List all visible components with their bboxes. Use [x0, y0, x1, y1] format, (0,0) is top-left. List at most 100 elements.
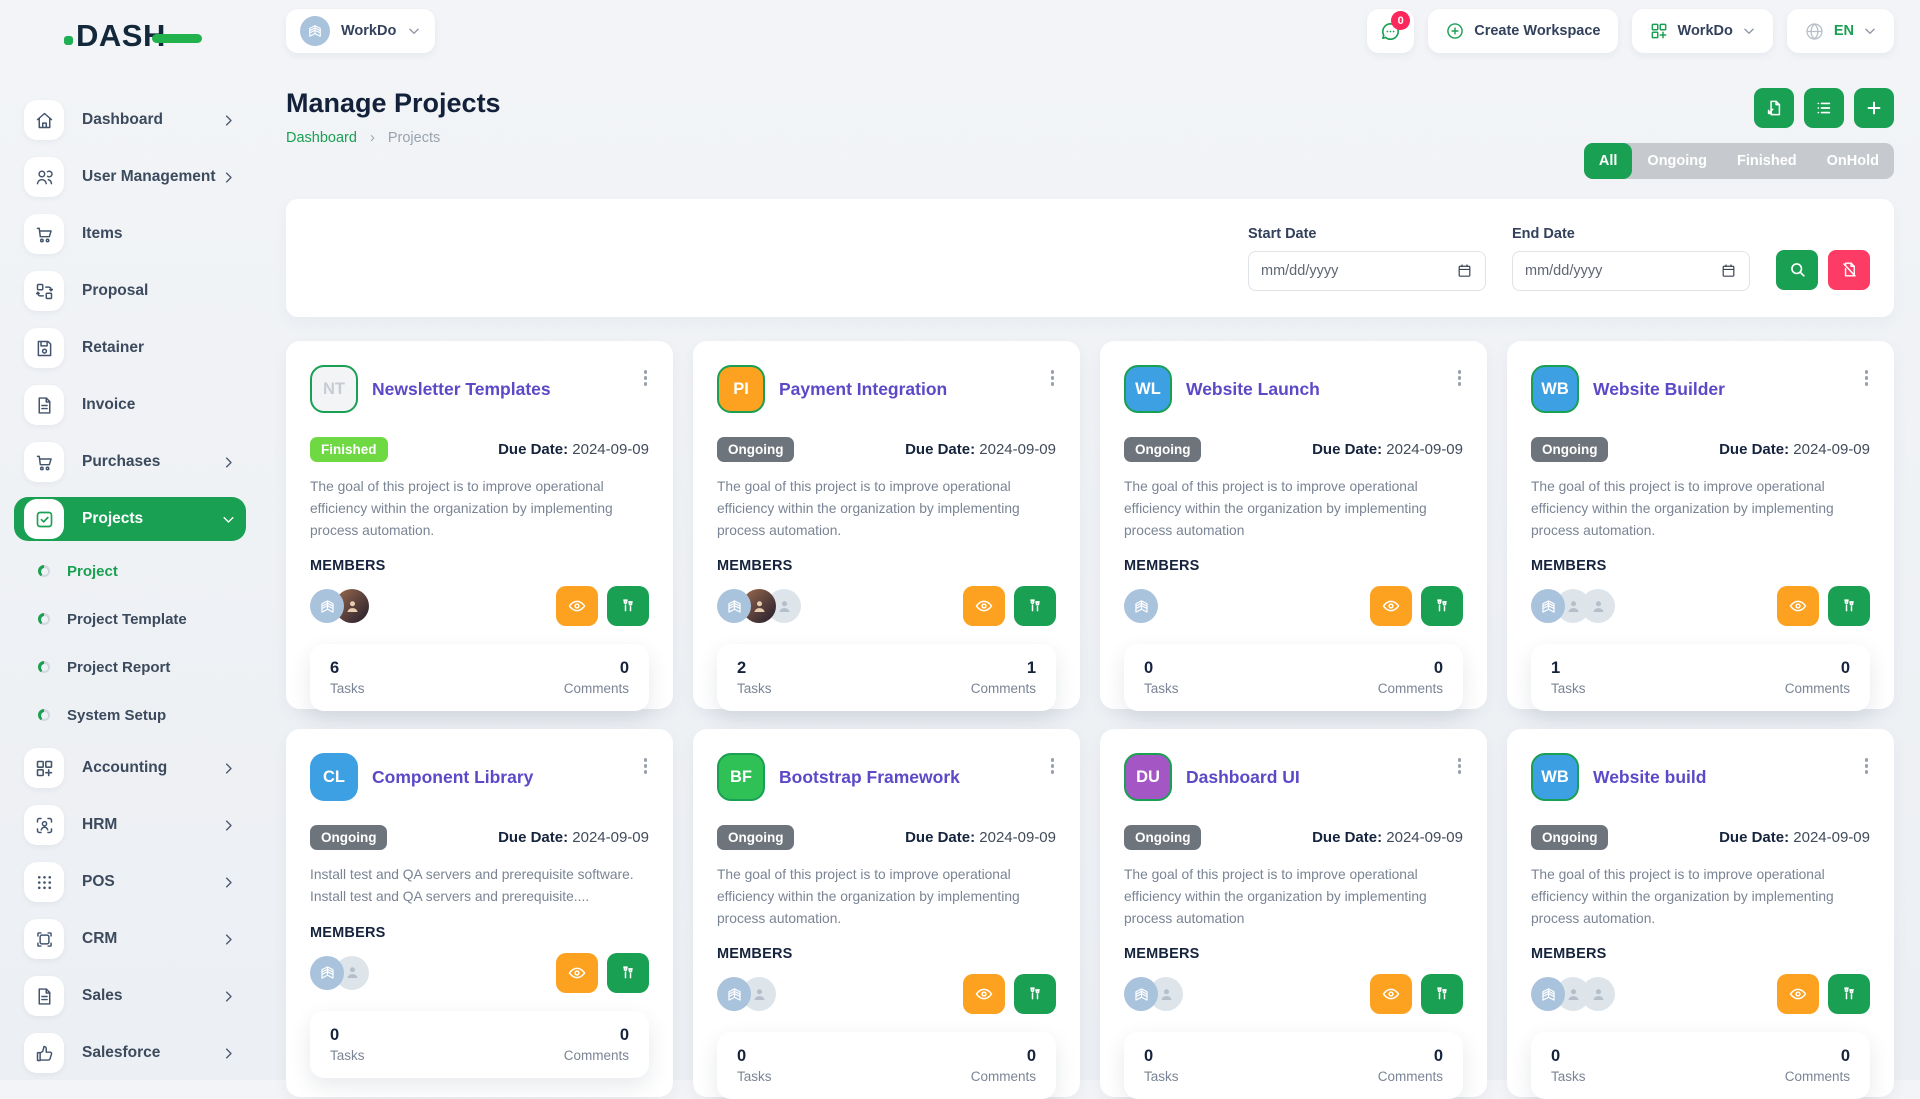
project-description: The goal of this project is to improve o… — [1531, 476, 1870, 541]
language-selector[interactable]: EN — [1787, 9, 1894, 53]
member-avatar[interactable] — [1531, 589, 1565, 623]
sidebar-item[interactable]: Accounting — [14, 746, 246, 790]
project-title-link[interactable]: Newsletter Templates — [372, 379, 628, 400]
page-header: Manage Projects Dashboard › Projects — [286, 88, 1894, 179]
project-avatar: BF — [717, 753, 765, 801]
search-button[interactable] — [1776, 250, 1818, 290]
sidebar-item[interactable]: Dashboard — [14, 98, 246, 142]
filter-tab[interactable]: Ongoing — [1632, 143, 1722, 179]
workdo-menu-button[interactable]: WorkDo — [1632, 9, 1773, 53]
project-progress-button[interactable] — [1828, 974, 1870, 1014]
sidebar-item[interactable]: Salesforce — [14, 1031, 246, 1075]
grid-plus-icon — [1649, 21, 1669, 41]
project-progress-button[interactable] — [1421, 586, 1463, 626]
project-card: CL Component Library Ongoing Due Date: 2… — [286, 729, 673, 1097]
calendar-icon[interactable] — [1456, 262, 1473, 279]
breadcrumb-dashboard-link[interactable]: Dashboard — [286, 130, 357, 146]
start-date-input[interactable]: mm/dd/yyyy — [1248, 251, 1486, 291]
sidebar-item-icon — [24, 748, 64, 788]
member-avatar[interactable] — [1581, 589, 1615, 623]
member-avatar[interactable] — [1124, 589, 1158, 623]
member-avatars — [1124, 977, 1183, 1011]
project-progress-button[interactable] — [1014, 586, 1056, 626]
bullet-icon — [38, 613, 50, 625]
project-progress-button[interactable] — [1828, 586, 1870, 626]
topbar-actions: 0 Create Workspace WorkDo EN — [1367, 9, 1894, 53]
filter-tab[interactable]: All — [1584, 143, 1633, 179]
chevron-right-icon — [221, 875, 236, 890]
view-project-button[interactable] — [1777, 586, 1819, 626]
sidebar-item[interactable]: User Management — [14, 155, 246, 199]
project-title-link[interactable]: Website Launch — [1186, 379, 1442, 400]
member-avatar[interactable] — [1531, 977, 1565, 1011]
filter-tab[interactable]: Finished — [1722, 143, 1812, 179]
member-avatar[interactable] — [1581, 977, 1615, 1011]
sidebar-item[interactable]: System Setup — [14, 698, 246, 732]
kebab-menu-icon[interactable] — [642, 368, 650, 388]
project-title-link[interactable]: Bootstrap Framework — [779, 767, 1035, 788]
kebab-menu-icon[interactable] — [1456, 756, 1464, 776]
view-project-button[interactable] — [1370, 974, 1412, 1014]
messages-button[interactable]: 0 — [1367, 9, 1414, 53]
sidebar-item[interactable]: POS — [14, 860, 246, 904]
kebab-menu-icon[interactable] — [1456, 368, 1464, 388]
member-avatar[interactable] — [1124, 977, 1158, 1011]
sidebar-item[interactable]: HRM — [14, 803, 246, 847]
comments-label: Comments — [564, 1048, 629, 1063]
app-logo[interactable]: DASH — [64, 14, 214, 58]
project-title-link[interactable]: Website Builder — [1593, 379, 1849, 400]
kebab-menu-icon[interactable] — [1049, 368, 1057, 388]
kebab-menu-icon[interactable] — [1863, 756, 1871, 776]
chevron-down-icon — [407, 24, 421, 38]
view-project-button[interactable] — [556, 953, 598, 993]
sidebar-item[interactable]: Purchases — [14, 440, 246, 484]
sidebar-item[interactable]: Project Template — [14, 602, 246, 636]
member-avatar[interactable] — [310, 589, 344, 623]
view-project-button[interactable] — [963, 586, 1005, 626]
member-avatar[interactable] — [717, 589, 751, 623]
list-view-button[interactable] — [1804, 88, 1844, 128]
member-avatar[interactable] — [717, 977, 751, 1011]
create-workspace-button[interactable]: Create Workspace — [1428, 9, 1617, 53]
projects-grid: NT Newsletter Templates Finished Due Dat… — [286, 341, 1894, 1097]
sidebar-item[interactable]: Project Report — [14, 650, 246, 684]
end-date-input[interactable]: mm/dd/yyyy — [1512, 251, 1750, 291]
kebab-menu-icon[interactable] — [1049, 756, 1057, 776]
member-avatars — [1124, 589, 1158, 623]
tasks-label: Tasks — [737, 681, 772, 696]
member-avatars — [717, 977, 776, 1011]
chevron-right-icon — [221, 818, 236, 833]
workspace-selector[interactable]: WorkDo — [286, 9, 435, 53]
view-project-button[interactable] — [1370, 586, 1412, 626]
export-button[interactable] — [1754, 88, 1794, 128]
view-project-button[interactable] — [963, 974, 1005, 1014]
project-title-link[interactable]: Dashboard UI — [1186, 767, 1442, 788]
project-title-link[interactable]: Website build — [1593, 767, 1849, 788]
sidebar-item[interactable]: Retainer — [14, 326, 246, 370]
start-date-label: Start Date — [1248, 226, 1486, 242]
clear-filter-button[interactable] — [1828, 250, 1870, 290]
kebab-menu-icon[interactable] — [1863, 368, 1871, 388]
project-progress-button[interactable] — [1421, 974, 1463, 1014]
view-project-button[interactable] — [1777, 974, 1819, 1014]
project-title-link[interactable]: Payment Integration — [779, 379, 1035, 400]
project-progress-button[interactable] — [607, 953, 649, 993]
sidebar-item[interactable]: Project — [14, 554, 246, 588]
add-project-button[interactable] — [1854, 88, 1894, 128]
sidebar-item[interactable]: CRM — [14, 917, 246, 961]
chevron-right-icon — [221, 170, 236, 185]
sidebar-item[interactable]: Projects — [14, 497, 246, 541]
filter-tab[interactable]: OnHold — [1812, 143, 1894, 179]
view-project-button[interactable] — [556, 586, 598, 626]
member-avatar[interactable] — [310, 956, 344, 990]
sidebar-item-label: CRM — [82, 930, 221, 948]
project-title-link[interactable]: Component Library — [372, 767, 628, 788]
sidebar-item[interactable]: Proposal — [14, 269, 246, 313]
sidebar-item[interactable]: Invoice — [14, 383, 246, 427]
sidebar-item[interactable]: Items — [14, 212, 246, 256]
kebab-menu-icon[interactable] — [642, 756, 650, 776]
calendar-icon[interactable] — [1720, 262, 1737, 279]
project-progress-button[interactable] — [1014, 974, 1056, 1014]
project-progress-button[interactable] — [607, 586, 649, 626]
sidebar-item[interactable]: Sales — [14, 974, 246, 1018]
